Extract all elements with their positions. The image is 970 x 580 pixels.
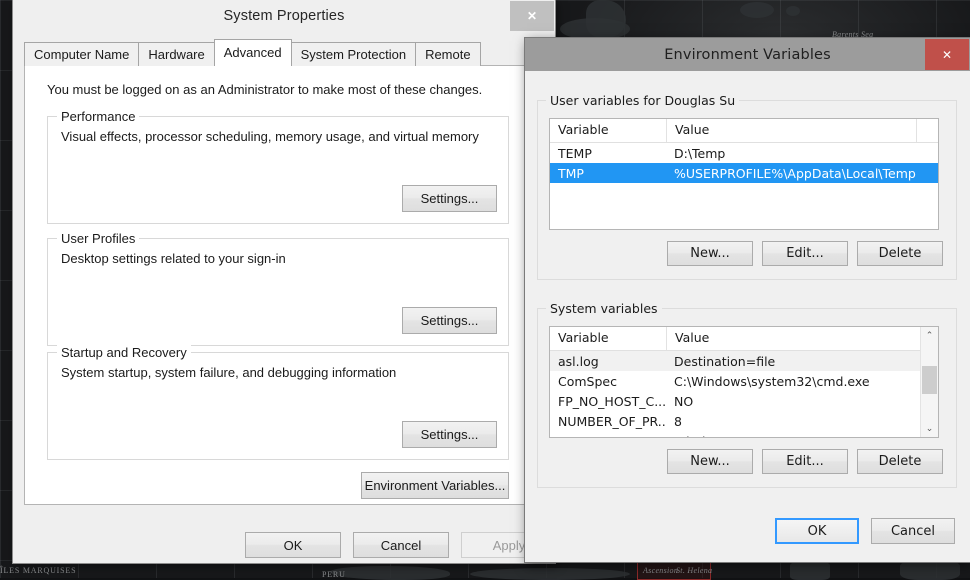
- user-profiles-description: Desktop settings related to your sign-in: [61, 251, 286, 266]
- system-properties-tabstrip: Computer NameHardwareAdvancedSystem Prot…: [24, 40, 480, 66]
- admin-notice-text: You must be logged on as an Administrato…: [47, 82, 482, 97]
- user-variables-group-title: User variables for Douglas Su: [546, 93, 739, 108]
- close-icon[interactable]: ✕: [510, 1, 554, 31]
- cell-value: %USERPROFILE%\AppData\Local\Temp: [666, 166, 938, 181]
- cell-variable: NUMBER_OF_PR...: [550, 414, 666, 429]
- close-icon[interactable]: ✕: [925, 39, 969, 70]
- cell-value: NO: [666, 394, 938, 409]
- environment-variables-titlebar[interactable]: Environment Variables ✕: [525, 38, 970, 71]
- table-row[interactable]: FP_NO_HOST_C...NO: [550, 391, 938, 411]
- table-row[interactable]: TEMPD:\Temp: [550, 143, 938, 163]
- landmass-shape: [740, 2, 774, 18]
- user-variables-group: User variables for Douglas Su Variable V…: [537, 100, 957, 280]
- performance-group-title: Performance: [57, 109, 139, 124]
- table-row[interactable]: OSWindows_NT: [550, 431, 938, 438]
- system-variables-group-title: System variables: [546, 301, 662, 316]
- tab-system-protection[interactable]: System Protection: [291, 42, 417, 66]
- startup-recovery-settings-button[interactable]: Settings...: [402, 421, 497, 448]
- cell-variable: TMP: [550, 166, 666, 181]
- delete-button[interactable]: Delete: [857, 241, 943, 266]
- cancel-button[interactable]: Cancel: [871, 518, 955, 544]
- cell-value: D:\Temp: [666, 146, 938, 161]
- column-header-value[interactable]: Value: [666, 119, 916, 142]
- system-variables-table-header: Variable Value: [550, 327, 938, 351]
- system-properties-window: System Properties ✕ Computer NameHardwar…: [13, 0, 555, 563]
- edit-button[interactable]: Edit...: [762, 241, 848, 266]
- performance-description: Visual effects, processor scheduling, me…: [61, 129, 479, 144]
- map-label: St. Helena: [676, 566, 712, 575]
- cell-variable: FP_NO_HOST_C...: [550, 394, 666, 409]
- cell-variable: ComSpec: [550, 374, 666, 389]
- edit-button[interactable]: Edit...: [762, 449, 848, 474]
- new-button[interactable]: New...: [667, 241, 753, 266]
- cancel-button[interactable]: Cancel: [353, 532, 449, 558]
- cell-value: C:\Windows\system32\cmd.exe: [666, 374, 938, 389]
- map-label: ÎLES MARQUISES: [0, 566, 76, 575]
- cell-variable: TEMP: [550, 146, 666, 161]
- column-header-value[interactable]: Value: [666, 327, 916, 350]
- column-header-variable[interactable]: Variable: [550, 327, 666, 350]
- ok-button[interactable]: OK: [245, 532, 341, 558]
- system-properties-title: System Properties: [223, 8, 344, 24]
- table-row[interactable]: TMP%USERPROFILE%\AppData\Local\Temp: [550, 163, 938, 183]
- startup-recovery-description: System startup, system failure, and debu…: [61, 365, 396, 380]
- scrollbar-thumb[interactable]: [922, 366, 937, 394]
- table-row[interactable]: asl.logDestination=file: [550, 351, 938, 371]
- table-row[interactable]: ComSpecC:\Windows\system32\cmd.exe: [550, 371, 938, 391]
- tab-remote[interactable]: Remote: [415, 42, 481, 66]
- user-profiles-group-title: User Profiles: [57, 231, 139, 246]
- performance-settings-button[interactable]: Settings...: [402, 185, 497, 212]
- user-variables-rows: TEMPD:\TempTMP%USERPROFILE%\AppData\Loca…: [550, 143, 938, 183]
- landmass-shape: [560, 18, 630, 40]
- environment-variables-window: Environment Variables ✕ User variables f…: [525, 38, 970, 562]
- landmass-shape: [786, 6, 800, 16]
- table-row[interactable]: NUMBER_OF_PR...8: [550, 411, 938, 431]
- system-variables-group: System variables Variable Value asl.logD…: [537, 308, 957, 488]
- chevron-down-icon[interactable]: ⌄: [921, 420, 938, 437]
- system-variables-rows: asl.logDestination=fileComSpecC:\Windows…: [550, 351, 938, 438]
- cell-variable: asl.log: [550, 354, 666, 369]
- user-profiles-group: User Profiles Desktop settings related t…: [47, 238, 509, 346]
- delete-button[interactable]: Delete: [857, 449, 943, 474]
- landmass-shape: [900, 560, 960, 580]
- environment-variables-title: Environment Variables: [664, 47, 831, 63]
- cell-value: Destination=file: [666, 354, 938, 369]
- advanced-tab-page: You must be logged on as an Administrato…: [24, 65, 528, 505]
- ok-button[interactable]: OK: [775, 518, 859, 544]
- startup-recovery-group: Startup and Recovery System startup, sys…: [47, 352, 509, 460]
- chevron-up-icon[interactable]: ⌃: [921, 327, 938, 344]
- startup-recovery-group-title: Startup and Recovery: [57, 345, 191, 360]
- cell-value: Windows_NT: [666, 434, 938, 439]
- user-profiles-settings-button[interactable]: Settings...: [402, 307, 497, 334]
- map-label: Ascension: [643, 566, 678, 575]
- column-header-variable[interactable]: Variable: [550, 119, 666, 142]
- cell-variable: OS: [550, 434, 666, 439]
- environment-variables-button[interactable]: Environment Variables...: [361, 472, 509, 499]
- user-variables-table-header: Variable Value: [550, 119, 938, 143]
- system-variables-scrollbar[interactable]: ⌃ ⌄: [920, 327, 938, 437]
- column-header-spacer: [916, 119, 938, 142]
- landmass-shape: [470, 568, 630, 580]
- landmass-shape: [790, 562, 830, 580]
- cell-value: 8: [666, 414, 938, 429]
- performance-group: Performance Visual effects, processor sc…: [47, 116, 509, 224]
- tab-hardware[interactable]: Hardware: [138, 42, 214, 66]
- tab-advanced[interactable]: Advanced: [214, 39, 292, 66]
- user-variables-table[interactable]: Variable Value TEMPD:\TempTMP%USERPROFIL…: [549, 118, 939, 230]
- system-properties-titlebar[interactable]: System Properties ✕: [13, 0, 555, 32]
- tab-computer-name[interactable]: Computer Name: [24, 42, 139, 66]
- new-button[interactable]: New...: [667, 449, 753, 474]
- system-variables-table[interactable]: Variable Value asl.logDestination=fileCo…: [549, 326, 939, 438]
